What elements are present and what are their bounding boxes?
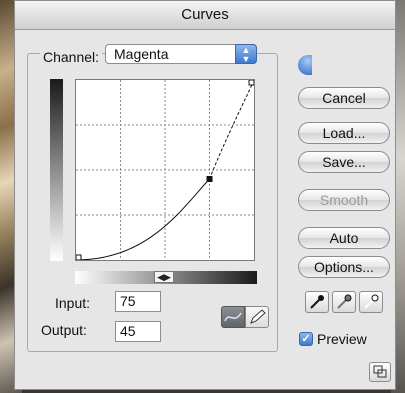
- status-indicator-icon: [298, 55, 312, 75]
- pencil-tool-icon[interactable]: [245, 306, 269, 328]
- eyedropper-white-icon[interactable]: [359, 291, 383, 313]
- auto-button[interactable]: Auto: [298, 227, 390, 249]
- preview-checkbox[interactable]: ✓: [299, 332, 313, 346]
- curve-endpoint-black[interactable]: [76, 254, 82, 260]
- eyedropper-black-icon[interactable]: [305, 291, 329, 313]
- curve-line: [76, 178, 210, 260]
- up-down-arrows-icon: ▲ ▼: [235, 44, 257, 64]
- output-field[interactable]: 45: [115, 321, 161, 342]
- output-gradient-bar: [50, 79, 63, 261]
- curve-line-extension: [209, 80, 254, 180]
- curve-graph[interactable]: [75, 79, 255, 261]
- dialog-title: Curves: [15, 1, 395, 30]
- curve-graph-canvas: [76, 80, 254, 260]
- cancel-button[interactable]: Cancel: [298, 87, 390, 109]
- smooth-button[interactable]: Smooth: [298, 189, 390, 211]
- input-field[interactable]: 75: [115, 291, 161, 312]
- channel-label: Channel:: [40, 49, 103, 65]
- curve-control-point[interactable]: [206, 176, 213, 182]
- options-button[interactable]: Options...: [298, 256, 390, 278]
- output-label: Output:: [41, 322, 87, 338]
- channel-select-value: Magenta: [114, 46, 169, 62]
- curve-tool-icon[interactable]: [221, 306, 245, 328]
- load-button[interactable]: Load...: [298, 122, 390, 144]
- preview-label: Preview: [317, 331, 367, 347]
- input-label: Input:: [55, 295, 91, 311]
- curve-endpoint-white[interactable]: [248, 80, 254, 86]
- expand-dialog-icon[interactable]: [369, 362, 391, 382]
- save-button[interactable]: Save...: [298, 151, 390, 173]
- channel-select[interactable]: Magenta ▲ ▼: [105, 44, 257, 64]
- curves-dialog: Curves Channel: Magenta ▲ ▼ ◀▶ Input: 75 …: [14, 0, 396, 390]
- gradient-toggle-icon[interactable]: ◀▶: [154, 271, 174, 283]
- eyedropper-gray-icon[interactable]: [332, 291, 356, 313]
